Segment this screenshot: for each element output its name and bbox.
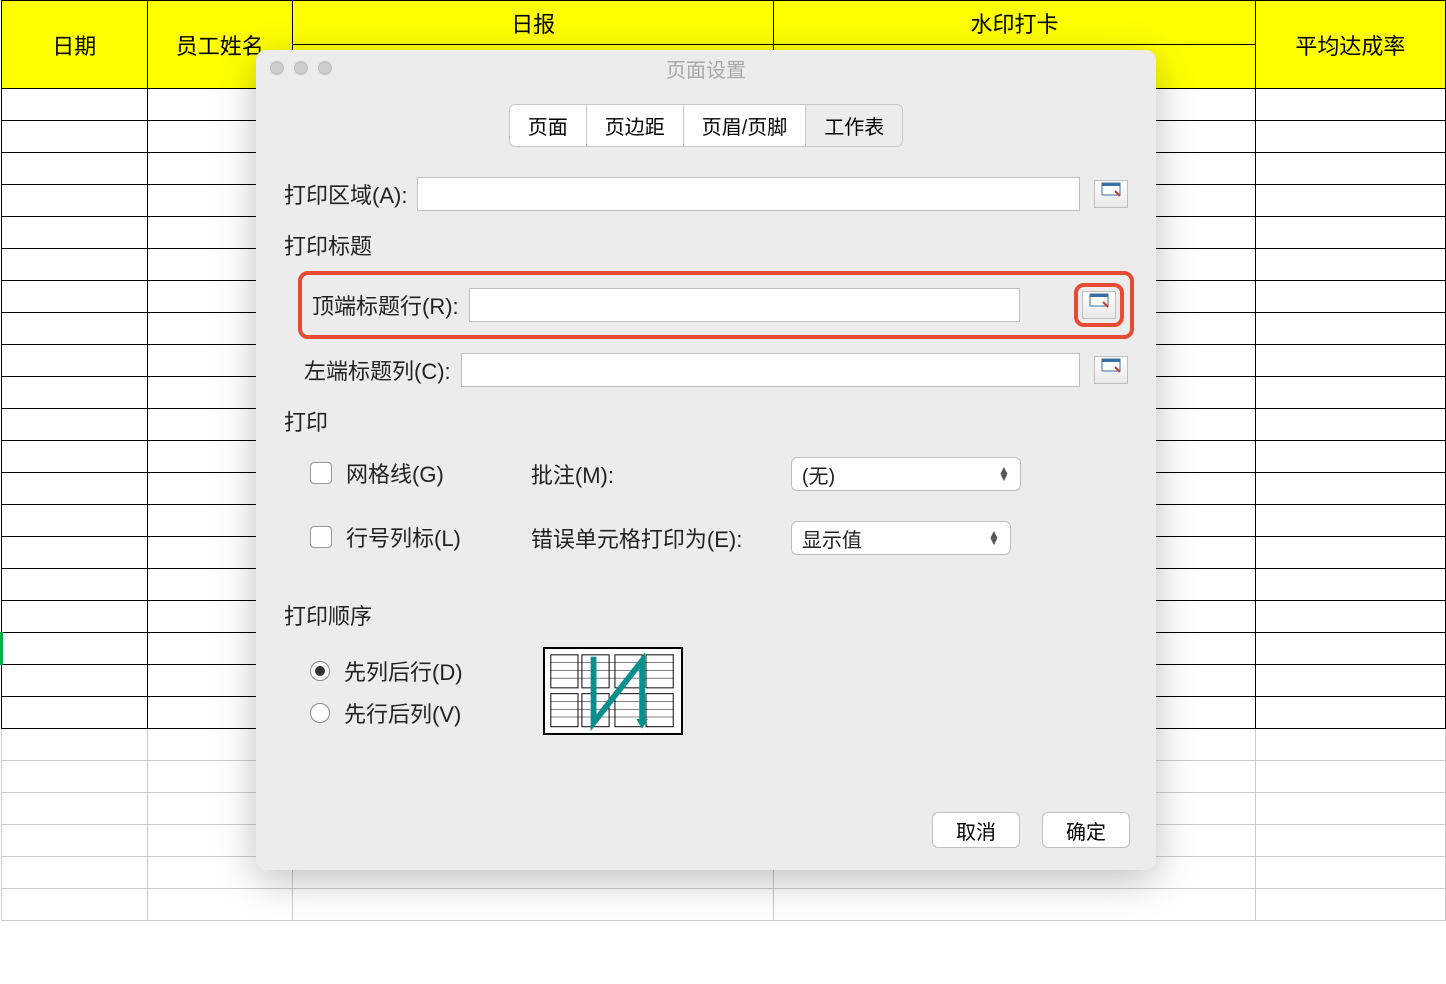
comments-select[interactable]: (无) ▲▼	[791, 457, 1021, 491]
dialog-tabs: 页面 页边距 页眉/页脚 工作表	[256, 104, 1156, 147]
radio-icon	[310, 703, 330, 723]
print-area-picker-button[interactable]	[1094, 180, 1128, 208]
order-over-label: 先行后列(V)	[344, 697, 461, 729]
col-header-daily[interactable]: 日报	[293, 1, 774, 45]
col-header-avg[interactable]: 平均达成率	[1255, 1, 1445, 89]
left-title-col-picker-button[interactable]	[1094, 356, 1128, 384]
tab-sheet[interactable]: 工作表	[805, 104, 903, 147]
gridlines-checkbox[interactable]: 网格线(G)	[310, 457, 461, 489]
window-close-button[interactable]	[270, 61, 284, 75]
top-title-row-highlight: 顶端标题行(R):	[298, 271, 1134, 339]
chevron-updown-icon: ▲▼	[988, 531, 1000, 545]
order-over-then-down-radio[interactable]: 先行后列(V)	[310, 697, 463, 729]
tab-page[interactable]: 页面	[509, 104, 586, 147]
order-down-then-over-radio[interactable]: 先列后行(D)	[310, 655, 463, 687]
top-title-row-label: 顶端标题行(R):	[312, 289, 459, 321]
rowcol-headers-label: 行号列标(L)	[346, 521, 461, 553]
comments-value: (无)	[802, 460, 835, 489]
rowcol-headers-checkbox[interactable]: 行号列标(L)	[310, 521, 461, 553]
chevron-updown-icon: ▲▼	[998, 467, 1010, 481]
order-section-label: 打印顺序	[284, 599, 1128, 631]
left-title-col-label: 左端标题列(C):	[304, 354, 451, 386]
col-header-watermark[interactable]: 水印打卡	[774, 1, 1255, 45]
cancel-button[interactable]: 取消	[932, 812, 1020, 848]
checkbox-icon	[310, 462, 332, 484]
errors-select[interactable]: 显示值 ▲▼	[791, 521, 1011, 555]
order-down-label: 先列后行(D)	[344, 655, 463, 687]
print-area-label: 打印区域(A):	[284, 178, 407, 210]
print-titles-label: 打印标题	[284, 229, 1128, 261]
radio-icon	[310, 661, 330, 681]
dialog-titlebar: 页面设置	[256, 50, 1156, 86]
left-title-col-input[interactable]	[461, 353, 1080, 387]
print-section-label: 打印	[284, 405, 1128, 437]
gridlines-label: 网格线(G)	[346, 457, 444, 489]
dialog-title: 页面设置	[256, 54, 1156, 83]
ok-button[interactable]: 确定	[1042, 812, 1130, 848]
top-title-row-input[interactable]	[469, 288, 1020, 322]
tab-headerfooter[interactable]: 页眉/页脚	[683, 104, 806, 147]
print-area-input[interactable]	[417, 177, 1080, 211]
errors-label: 错误单元格打印为(E):	[531, 522, 771, 554]
comments-label: 批注(M):	[531, 458, 771, 490]
checkbox-icon	[310, 526, 332, 548]
print-order-illustration	[543, 647, 683, 735]
errors-value: 显示值	[802, 524, 862, 553]
window-zoom-button[interactable]	[318, 61, 332, 75]
top-title-row-picker-button[interactable]	[1082, 291, 1116, 319]
page-setup-dialog: 页面设置 页面 页边距 页眉/页脚 工作表 打印区域(A): 打印标题 顶端标题…	[256, 50, 1156, 870]
tab-margins[interactable]: 页边距	[586, 104, 683, 147]
range-picker-icon	[1101, 358, 1121, 382]
range-picker-icon	[1101, 182, 1121, 206]
col-header-date[interactable]: 日期	[2, 1, 148, 89]
window-minimize-button[interactable]	[294, 61, 308, 75]
range-picker-icon	[1089, 293, 1109, 317]
